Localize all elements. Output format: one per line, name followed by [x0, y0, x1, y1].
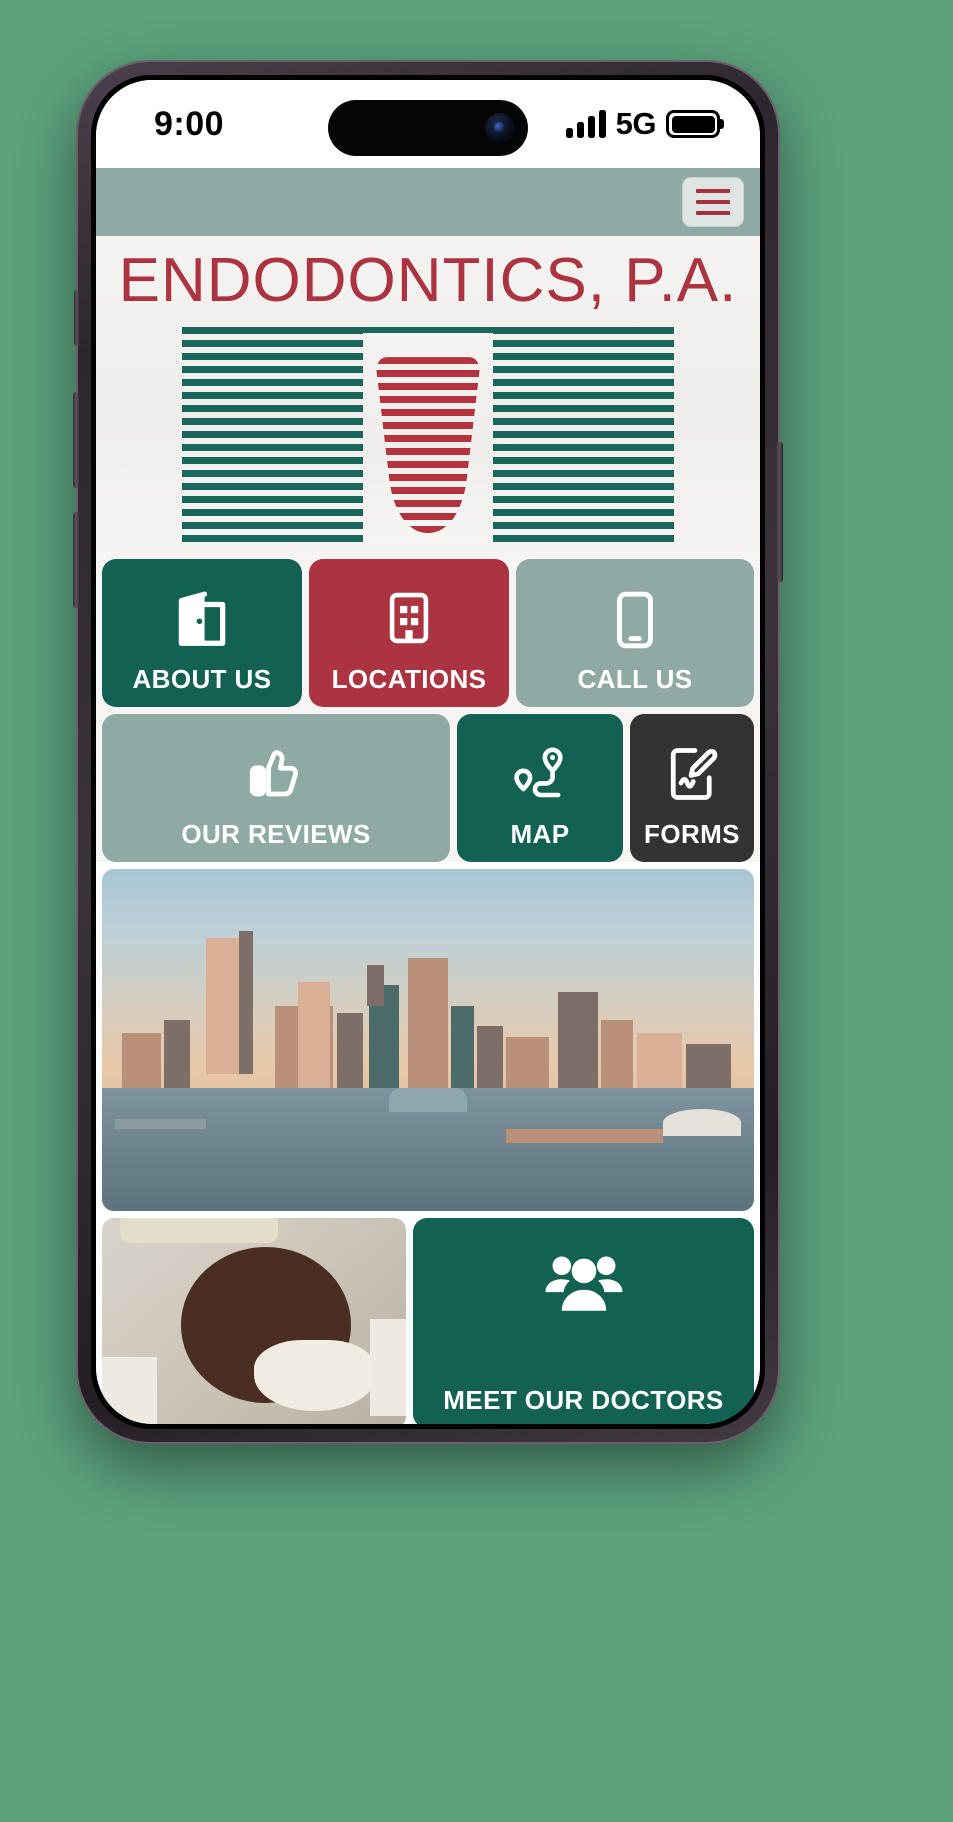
- tile-meet-our-doctors[interactable]: MEET OUR DOCTORS: [413, 1218, 754, 1424]
- status-indicators: 5G: [565, 106, 720, 142]
- page-title: ENDODONTICS, P.A.: [118, 246, 738, 315]
- tile-label: LOCATIONS: [331, 664, 487, 695]
- tile-row: ABOUT US LOCATIONS CALL US: [102, 559, 754, 708]
- tile-label: FORMS: [644, 819, 740, 850]
- power-button[interactable]: [776, 442, 783, 582]
- group-of-people-icon: [541, 1252, 627, 1317]
- bottom-content-row: MEET OUR DOCTORS: [96, 1218, 760, 1424]
- phone-bezel: 9:00 5G ENDODONTICS, P.A. ABOUT US LOCAT…: [91, 75, 765, 1429]
- battery-full-icon: [666, 110, 720, 138]
- tile-label: MAP: [510, 819, 570, 850]
- baltimore-inner-harbor-skyline-photo: [102, 869, 754, 1212]
- tile-our-reviews[interactable]: OUR REVIEWS: [102, 714, 450, 863]
- tile-about-us[interactable]: ABOUT US: [102, 559, 302, 708]
- tile-row: OUR REVIEWS MAP FORMS: [102, 714, 754, 863]
- striped-tooth-logo-icon: [182, 327, 674, 546]
- tile-label: MEET OUR DOCTORS: [443, 1385, 724, 1416]
- network-type-label: 5G: [615, 106, 657, 141]
- volume-up-button[interactable]: [73, 392, 80, 488]
- open-door-icon: [171, 589, 233, 656]
- quick-action-tiles: ABOUT US LOCATIONS CALL US OUR REVIEWS M…: [96, 559, 760, 863]
- route-pins-icon: [509, 744, 571, 807]
- signal-bars-icon: [565, 110, 606, 138]
- practice-logo-block: ENDODONTICS, P.A.: [96, 236, 760, 560]
- dynamic-island: [328, 100, 528, 156]
- tile-forms[interactable]: FORMS: [630, 714, 754, 863]
- volume-down-button[interactable]: [73, 512, 80, 608]
- silent-switch[interactable]: [74, 290, 80, 346]
- mobile-phone-icon: [609, 589, 661, 656]
- tile-label: CALL US: [577, 664, 693, 695]
- tile-map[interactable]: MAP: [457, 714, 623, 863]
- building-icon: [380, 589, 438, 652]
- phone-screen: 9:00 5G ENDODONTICS, P.A. ABOUT US LOCAT…: [96, 80, 760, 1424]
- dentist-with-mask-photo: [102, 1218, 406, 1424]
- thumbs-up-icon: [245, 744, 307, 809]
- tile-locations[interactable]: LOCATIONS: [309, 559, 509, 708]
- tile-call-us[interactable]: CALL US: [516, 559, 754, 708]
- tile-label: OUR REVIEWS: [181, 819, 371, 850]
- hamburger-menu-icon[interactable]: [682, 177, 744, 227]
- phone-device: 9:00 5G ENDODONTICS, P.A. ABOUT US LOCAT…: [73, 62, 783, 1442]
- tile-label: ABOUT US: [132, 664, 272, 695]
- app-header-bar: [96, 168, 760, 236]
- status-clock: 9:00: [154, 104, 225, 143]
- front-camera-icon: [485, 113, 515, 143]
- status-bar: 9:00 5G: [96, 80, 760, 168]
- document-signature-icon: [662, 744, 722, 809]
